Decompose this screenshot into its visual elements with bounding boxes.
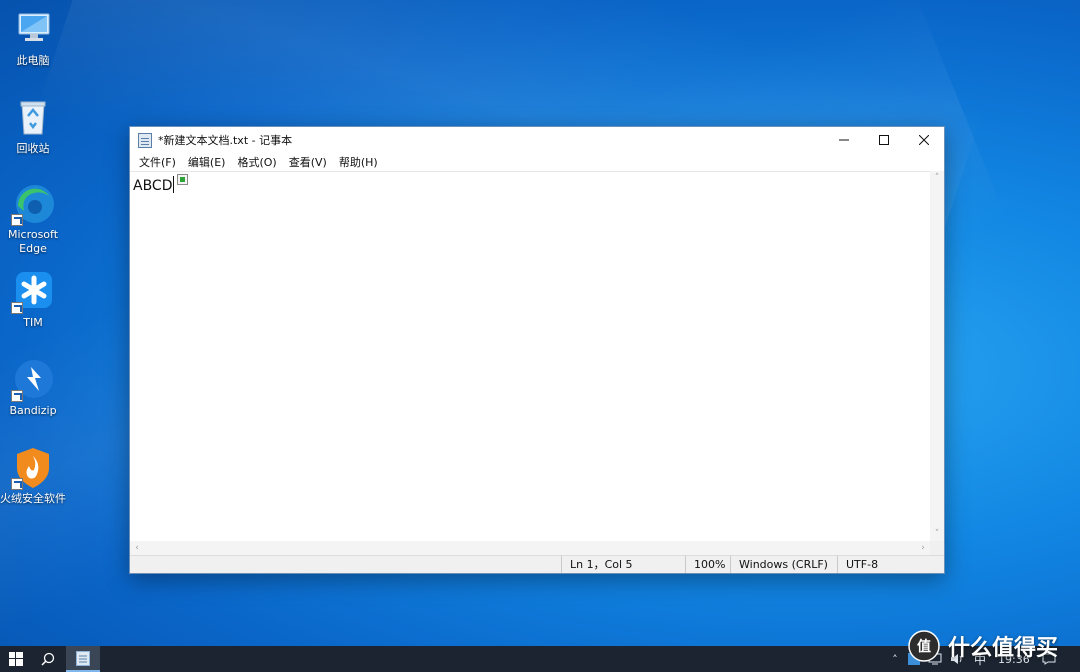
desktop-icon-label: Bandizip [9,404,57,417]
desktop-icon-bandizip[interactable]: Bandizip [0,358,66,418]
desktop-icon-huorong[interactable]: 火绒安全软件 [0,446,66,506]
status-encoding: UTF-8 [837,556,932,573]
menu-bar: 文件(F) 编辑(E) 格式(O) 查看(V) 帮助(H) [130,153,944,171]
start-button[interactable] [0,646,32,672]
shortcut-arrow-icon [11,478,23,490]
tim-icon [11,270,55,314]
maximize-button[interactable] [864,127,904,153]
scroll-left-icon[interactable]: ‹ [130,541,144,556]
recycle-bin-icon [11,96,55,140]
status-bar: Ln 1，Col 5 100% Windows (CRLF) UTF-8 [130,555,944,573]
desktop-icon-recycle-bin[interactable]: 回收站 [0,96,66,156]
desktop-icon-this-pc[interactable]: 此电脑 [0,8,66,68]
shortcut-arrow-icon [11,214,23,226]
windows-logo-icon [9,652,23,666]
svg-text:值: 值 [917,638,931,655]
taskbar-notepad[interactable] [66,646,100,672]
desktop-icon-label: 此电脑 [16,54,50,67]
menu-help[interactable]: 帮助(H) [333,154,384,170]
menu-format[interactable]: 格式(O) [231,154,282,170]
notepad-icon [76,650,90,666]
status-cursor-position: Ln 1，Col 5 [561,556,685,573]
notepad-icon [138,132,152,148]
scroll-up-icon[interactable]: ˄ [930,171,944,185]
close-icon [919,135,929,145]
vertical-scrollbar[interactable]: ˄ ˅ [930,171,944,541]
search-button[interactable] [32,646,64,672]
scrollbar-corner [930,541,944,556]
editor-text: ABCD [133,178,173,194]
desktop-icon-label: Microsoft Edge [7,228,59,255]
desktop-icon-tim[interactable]: TIM [0,270,66,330]
notepad-window[interactable]: *新建文本文档.txt - 记事本 文件(F) 编辑(E) 格式(O) 查看(V… [129,126,945,574]
edge-icon [11,182,55,226]
desktop-icon-label: 回收站 [16,142,50,155]
watermark: 值 什么值得买 [908,630,1058,662]
status-zoom: 100% [685,556,730,573]
desktop-icon-label: 火绒安全软件 [0,492,66,505]
menu-view[interactable]: 查看(V) [283,154,333,170]
huorong-icon [11,446,55,490]
menu-file[interactable]: 文件(F) [133,154,182,170]
show-hidden-icons-icon[interactable]: ˄ [886,653,904,666]
scroll-down-icon[interactable]: ˅ [930,527,944,541]
shortcut-arrow-icon [11,390,23,402]
scroll-right-icon[interactable]: › [916,541,930,556]
watermark-text: 什么值得买 [948,636,1059,661]
text-caret [172,176,174,193]
horizontal-scrollbar[interactable]: ‹ › [130,541,930,556]
computer-icon [11,8,55,52]
close-button[interactable] [904,127,944,153]
desktop-icon-label: TIM [23,316,43,329]
window-title: *新建文本文档.txt - 记事本 [158,134,293,147]
desktop-icon-edge[interactable]: Microsoft Edge [0,182,66,256]
status-line-ending: Windows (CRLF) [730,556,837,573]
bandizip-icon [11,358,55,402]
text-editor[interactable]: ABCD [130,171,930,541]
ime-indicator-icon [176,174,188,185]
minimize-icon [839,139,849,141]
maximize-icon [879,135,889,145]
shortcut-arrow-icon [11,302,23,314]
watermark-logo-icon: 值 [908,630,940,662]
title-bar[interactable]: *新建文本文档.txt - 记事本 [130,127,944,153]
search-icon [41,652,55,666]
menu-edit[interactable]: 编辑(E) [182,154,232,170]
minimize-button[interactable] [824,127,864,153]
